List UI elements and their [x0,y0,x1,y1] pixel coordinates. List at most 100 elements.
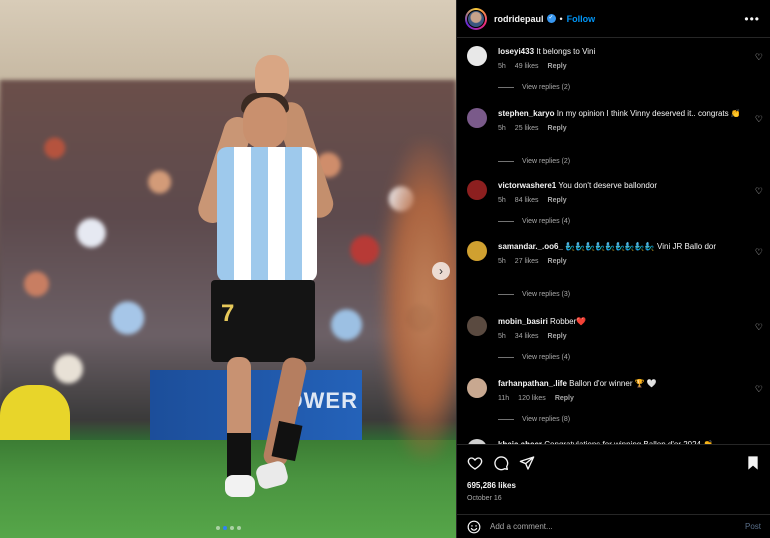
likes-count[interactable]: 695,286 likes [467,481,761,490]
view-replies-button[interactable]: View replies (4) [498,218,570,225]
comment-body: mobin_basiri Robber❤️ 5h 34 likes Reply [498,316,743,342]
comment-body: samandar._.oo6_ 🧞‍♂️🧞‍♂️🧞‍♂️🧞‍♂️🧞‍♂️🧞‍♂️… [498,241,743,267]
replies-line [498,419,514,420]
heart-icon[interactable]: ♡ [755,384,763,395]
chevron-right-icon: › [439,264,443,278]
comment-text: Ballon d'or winner 🏆 🤍 [569,379,657,388]
comment-username[interactable]: farhanpathan_.life [498,379,567,388]
player-shorts: 7 [211,280,315,362]
player-head [243,97,287,149]
post-actions: 695,286 likes October 16 [457,444,770,508]
player-figure: 7 [194,55,337,505]
steward-figure [0,385,70,445]
comment-avatar[interactable] [467,316,487,336]
player-boot-left [225,475,255,497]
reply-button[interactable]: Reply [548,256,567,267]
comments-list[interactable]: loseyi433 It belongs to Vini 5h 49 likes… [457,38,770,444]
player-boot-right [254,459,290,491]
heart-icon[interactable] [467,455,483,471]
comment-likes[interactable]: 120 likes [518,393,546,404]
post-header: rodridepaul ✓ • Follow ••• [457,0,770,38]
replies-line [498,294,514,295]
comment-avatar[interactable] [467,108,487,128]
replies-line [498,221,514,222]
follow-button[interactable]: Follow [567,14,596,24]
carousel-dots [0,526,456,530]
comment-time: 11h [498,395,510,402]
view-replies-button[interactable]: View replies (2) [498,84,570,91]
comment-likes[interactable]: 25 likes [515,123,539,134]
view-replies-label: View replies (8) [522,416,571,423]
comment-text: 🧞‍♂️🧞‍♂️🧞‍♂️🧞‍♂️🧞‍♂️🧞‍♂️🧞‍♂️🧞‍♂️🧞‍♂️ Vin… [565,242,717,251]
view-replies-button[interactable]: View replies (8) [498,416,570,423]
comment-meta: 5h 84 likes Reply [498,195,743,206]
reply-button[interactable]: Reply [548,123,567,134]
comment-meta: 11h 120 likes Reply [498,393,743,404]
header-username[interactable]: rodridepaul [494,14,544,24]
comment-avatar[interactable] [467,378,487,398]
bookmark-icon[interactable] [745,455,761,471]
comment-username[interactable]: loseyi433 [498,47,534,56]
comment-body: loseyi433 It belongs to Vini 5h 49 likes… [498,46,743,72]
emoji-icon[interactable] [467,520,481,534]
comment-avatar[interactable] [467,46,487,66]
reply-button[interactable]: Reply [555,393,574,404]
comment-username[interactable]: samandar._.oo6_ [498,242,563,251]
share-icon[interactable] [519,455,535,471]
view-replies-button[interactable]: View replies (3) [498,291,570,298]
heart-icon[interactable]: ♡ [755,247,763,258]
comment-text: Robber❤️ [550,317,587,326]
replies-line [498,357,514,358]
comment-text: It belongs to Vini [536,47,596,56]
comment-username[interactable]: victorwashere1 [498,181,556,190]
heart-icon[interactable]: ♡ [755,114,763,125]
comment-time: 5h [498,258,506,265]
comment-time: 5h [498,63,506,70]
comment-username[interactable]: mobin_basiri [498,317,548,326]
view-replies-label: View replies (4) [522,218,571,225]
comment-likes[interactable]: 34 likes [515,331,539,342]
heart-icon[interactable]: ♡ [755,322,763,333]
comment-meta: 5h 34 likes Reply [498,331,743,342]
post-side-panel: rodridepaul ✓ • Follow ••• loseyi433 It … [456,0,770,538]
header-separator: • [559,13,563,24]
view-replies-button[interactable]: View replies (2) [498,158,570,165]
add-comment-bar: Post [457,514,770,538]
reply-button[interactable]: Reply [548,195,567,206]
player-sock-left [227,433,251,477]
comment-likes[interactable]: 84 likes [515,195,539,206]
comment-meta: 5h 27 likes Reply [498,256,743,267]
verified-badge-icon: ✓ [546,14,556,23]
replies-line [498,87,514,88]
post-photo[interactable]: OWER 7 › [0,0,456,538]
comment-input[interactable] [490,522,745,531]
reply-button[interactable]: Reply [548,61,567,72]
carousel-dot [222,526,227,530]
next-photo-button[interactable]: › [432,262,450,280]
comment-likes[interactable]: 27 likes [515,256,539,267]
blurred-foreground [380,140,456,460]
comment-username[interactable]: stephen_karyo [498,109,554,118]
heart-icon[interactable]: ♡ [755,52,763,63]
reply-button[interactable]: Reply [548,331,567,342]
heart-icon[interactable]: ♡ [755,186,763,197]
shorts-number: 7 [221,300,235,327]
post-date: October 16 [467,495,502,502]
post-comment-button[interactable]: Post [745,522,761,531]
comment-body: victorwashere1 You don't deserve ballond… [498,180,743,206]
replies-line [498,161,514,162]
view-replies-label: View replies (2) [522,158,571,165]
more-options-icon[interactable]: ••• [744,12,760,26]
comment-icon[interactable] [493,455,509,471]
comment-avatar[interactable] [467,241,487,261]
view-replies-button[interactable]: View replies (4) [498,354,570,361]
view-replies-label: View replies (2) [522,84,571,91]
comment-meta: 5h 25 likes Reply [498,123,743,134]
comment-avatar[interactable] [467,180,487,200]
comment-body: stephen_karyo In my opinion I think Vinn… [498,108,743,134]
carousel-dot [236,526,241,530]
comment-likes[interactable]: 49 likes [515,61,539,72]
carousel-dot [229,526,234,530]
comment-time: 5h [498,333,506,340]
avatar[interactable] [465,7,487,30]
